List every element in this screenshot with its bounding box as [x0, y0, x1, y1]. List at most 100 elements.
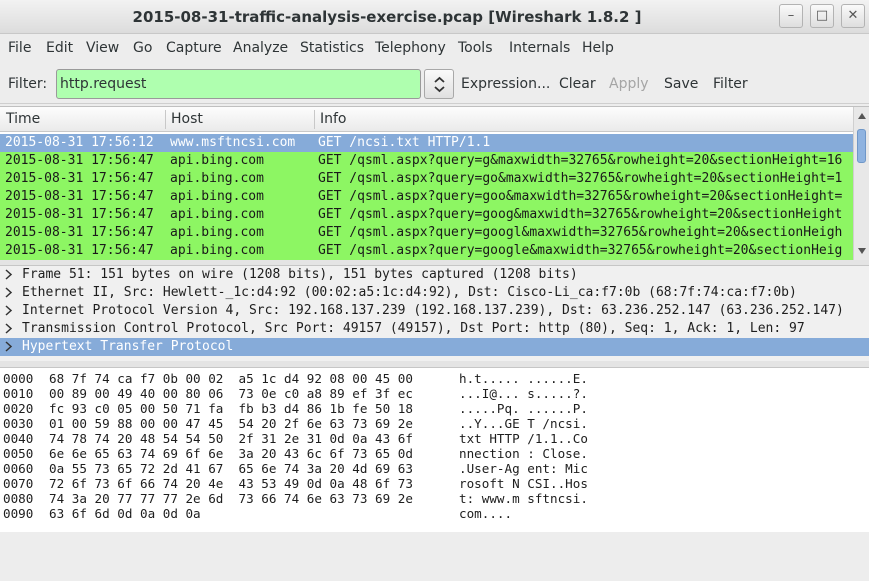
bytes-ascii: h.t..... ......E.: [459, 371, 588, 386]
window-title: 2015-08-31-traffic-analysis-exercise.pca…: [132, 8, 642, 26]
menu-view[interactable]: View: [86, 40, 119, 56]
packet-info: GET /qsml.aspx?query=googl&maxwidth=3276…: [318, 225, 843, 240]
menu-internals[interactable]: Internals: [509, 40, 570, 56]
packet-row[interactable]: 2015-08-31 17:56:47 api.bing.com GET /qs…: [0, 206, 853, 224]
packet-host: api.bing.com: [170, 243, 264, 258]
bytes-offset: 0090: [3, 506, 34, 521]
scroll-up-icon[interactable]: [857, 112, 867, 120]
bytes-hex: 0a 55 73 65 72 2d 41 67 65 6e 74 3a 20 4…: [49, 461, 413, 476]
packet-row[interactable]: 2015-08-31 17:56:12 www.msftncsi.com GET…: [0, 134, 853, 152]
bytes-row[interactable]: 0070 72 6f 73 6f 66 74 20 4e 43 53 49 0d…: [0, 476, 869, 491]
bytes-ascii: .User-Ag ent: Mic: [459, 461, 588, 476]
packet-row[interactable]: 2015-08-31 17:56:47 api.bing.com GET /qs…: [0, 242, 853, 260]
bytes-row[interactable]: 0020 fc 93 c0 05 00 50 71 fa fb b3 d4 86…: [0, 401, 869, 416]
expand-arrow-icon[interactable]: [5, 341, 13, 352]
detail-ethernet[interactable]: Ethernet II, Src: Hewlett-_1c:d4:92 (00:…: [0, 284, 869, 302]
detail-frame[interactable]: Frame 51: 151 bytes on wire (1208 bits),…: [0, 266, 869, 284]
packet-time: 2015-08-31 17:56:47: [5, 243, 154, 258]
packet-row[interactable]: 2015-08-31 17:56:47 api.bing.com GET /qs…: [0, 188, 853, 206]
packet-list-scrollbar[interactable]: [853, 107, 869, 261]
bytes-ascii: com....: [459, 506, 513, 521]
packet-time: 2015-08-31 17:56:47: [5, 225, 154, 240]
maximize-button[interactable]: □: [810, 4, 834, 28]
minimize-button[interactable]: –: [779, 4, 803, 28]
column-time[interactable]: Time: [6, 111, 40, 127]
menu-telephony[interactable]: Telephony: [375, 40, 446, 56]
column-info[interactable]: Info: [320, 111, 347, 127]
bytes-row[interactable]: 0090 63 6f 6d 0d 0a 0d 0a com....: [0, 506, 869, 521]
bytes-hex: 74 3a 20 77 77 77 2e 6d 73 66 74 6e 63 7…: [49, 491, 413, 506]
detail-text: Transmission Control Protocol, Src Port:…: [22, 321, 805, 336]
detail-tcp[interactable]: Transmission Control Protocol, Src Port:…: [0, 320, 869, 338]
bytes-hex: 74 78 74 20 48 54 54 50 2f 31 2e 31 0d 0…: [49, 431, 413, 446]
expand-arrow-icon[interactable]: [5, 287, 13, 298]
bytes-row[interactable]: 0050 6e 6e 65 63 74 69 6f 6e 3a 20 43 6c…: [0, 446, 869, 461]
bytes-row[interactable]: 0000 68 7f 74 ca f7 0b 00 02 a5 1c d4 92…: [0, 371, 869, 386]
minimize-icon: –: [787, 8, 795, 23]
packet-row[interactable]: 2015-08-31 17:56:47 api.bing.com GET /qs…: [0, 152, 853, 170]
packet-info: GET /ncsi.txt HTTP/1.1: [318, 135, 491, 150]
chevron-up-down-icon: [434, 76, 445, 93]
packet-host: api.bing.com: [170, 225, 264, 240]
expand-arrow-icon[interactable]: [5, 305, 13, 316]
menu-bar: File Edit View Go Capture Analyze Statis…: [0, 34, 869, 64]
packet-host: api.bing.com: [170, 171, 264, 186]
expand-arrow-icon[interactable]: [5, 323, 13, 334]
menu-capture[interactable]: Capture: [166, 40, 222, 56]
detail-text: Internet Protocol Version 4, Src: 192.16…: [22, 303, 844, 318]
apply-button[interactable]: Apply: [609, 76, 649, 92]
bytes-row[interactable]: 0040 74 78 74 20 48 54 54 50 2f 31 2e 31…: [0, 431, 869, 446]
packet-row[interactable]: 2015-08-31 17:56:47 api.bing.com GET /qs…: [0, 170, 853, 188]
save-button[interactable]: Save: [664, 76, 698, 92]
bytes-row[interactable]: 0060 0a 55 73 65 72 2d 41 67 65 6e 74 3a…: [0, 461, 869, 476]
packet-host: www.msftncsi.com: [170, 135, 296, 150]
packet-info: GET /qsml.aspx?query=goog&maxwidth=32765…: [318, 207, 843, 222]
expression-button[interactable]: Expression...: [461, 76, 550, 92]
packet-row[interactable]: 2015-08-31 17:56:47 api.bing.com GET /qs…: [0, 224, 853, 242]
clear-button[interactable]: Clear: [559, 76, 596, 92]
menu-help[interactable]: Help: [582, 40, 614, 56]
bytes-ascii: ..Y...GE T /ncsi.: [459, 416, 588, 431]
bytes-offset: 0040: [3, 431, 34, 446]
filter-input[interactable]: [56, 69, 421, 99]
bytes-offset: 0030: [3, 416, 34, 431]
bytes-row[interactable]: 0010 00 89 00 49 40 00 80 06 73 0e c0 a8…: [0, 386, 869, 401]
menu-tools[interactable]: Tools: [458, 40, 493, 56]
bytes-hex: 01 00 59 88 00 00 47 45 54 20 2f 6e 63 7…: [49, 416, 413, 431]
bytes-offset: 0010: [3, 386, 34, 401]
detail-http[interactable]: Hypertext Transfer Protocol: [0, 338, 869, 356]
maximize-icon: □: [815, 8, 829, 23]
bytes-ascii: t: www.m sftncsi.: [459, 491, 588, 506]
packet-list: Time Host Info 2015-08-31 17:56:12 www.m…: [0, 106, 869, 261]
scroll-down-icon[interactable]: [857, 247, 867, 255]
menu-go[interactable]: Go: [133, 40, 152, 56]
packet-details: Frame 51: 151 bytes on wire (1208 bits),…: [0, 265, 869, 361]
packet-time: 2015-08-31 17:56:47: [5, 189, 154, 204]
bytes-offset: 0050: [3, 446, 34, 461]
bytes-ascii: ...I@... s.....?.: [459, 386, 588, 401]
menu-analyze[interactable]: Analyze: [233, 40, 288, 56]
bytes-ascii: .....Pq. ......P.: [459, 401, 588, 416]
packet-host: api.bing.com: [170, 153, 264, 168]
filter-label: Filter:: [8, 76, 48, 92]
close-button[interactable]: ✕: [841, 4, 865, 28]
expand-arrow-icon[interactable]: [5, 269, 13, 280]
scrollbar-thumb[interactable]: [857, 129, 866, 163]
packet-info: GET /qsml.aspx?query=goo&maxwidth=32765&…: [318, 189, 843, 204]
column-host[interactable]: Host: [171, 111, 203, 127]
detail-ipv4[interactable]: Internet Protocol Version 4, Src: 192.16…: [0, 302, 869, 320]
menu-file[interactable]: File: [8, 40, 31, 56]
detail-text: Frame 51: 151 bytes on wire (1208 bits),…: [22, 267, 578, 282]
packet-time: 2015-08-31 17:56:12: [5, 135, 154, 150]
bytes-offset: 0000: [3, 371, 34, 386]
menu-edit[interactable]: Edit: [46, 40, 73, 56]
bytes-row[interactable]: 0030 01 00 59 88 00 00 47 45 54 20 2f 6e…: [0, 416, 869, 431]
bytes-ascii: rosoft N CSI..Hos: [459, 476, 588, 491]
menu-statistics[interactable]: Statistics: [300, 40, 364, 56]
filter-history-dropdown[interactable]: [424, 69, 454, 99]
bytes-offset: 0060: [3, 461, 34, 476]
filter-button[interactable]: Filter: [713, 76, 748, 92]
bytes-row[interactable]: 0080 74 3a 20 77 77 77 2e 6d 73 66 74 6e…: [0, 491, 869, 506]
bytes-offset: 0070: [3, 476, 34, 491]
packet-info: GET /qsml.aspx?query=go&maxwidth=32765&r…: [318, 171, 843, 186]
